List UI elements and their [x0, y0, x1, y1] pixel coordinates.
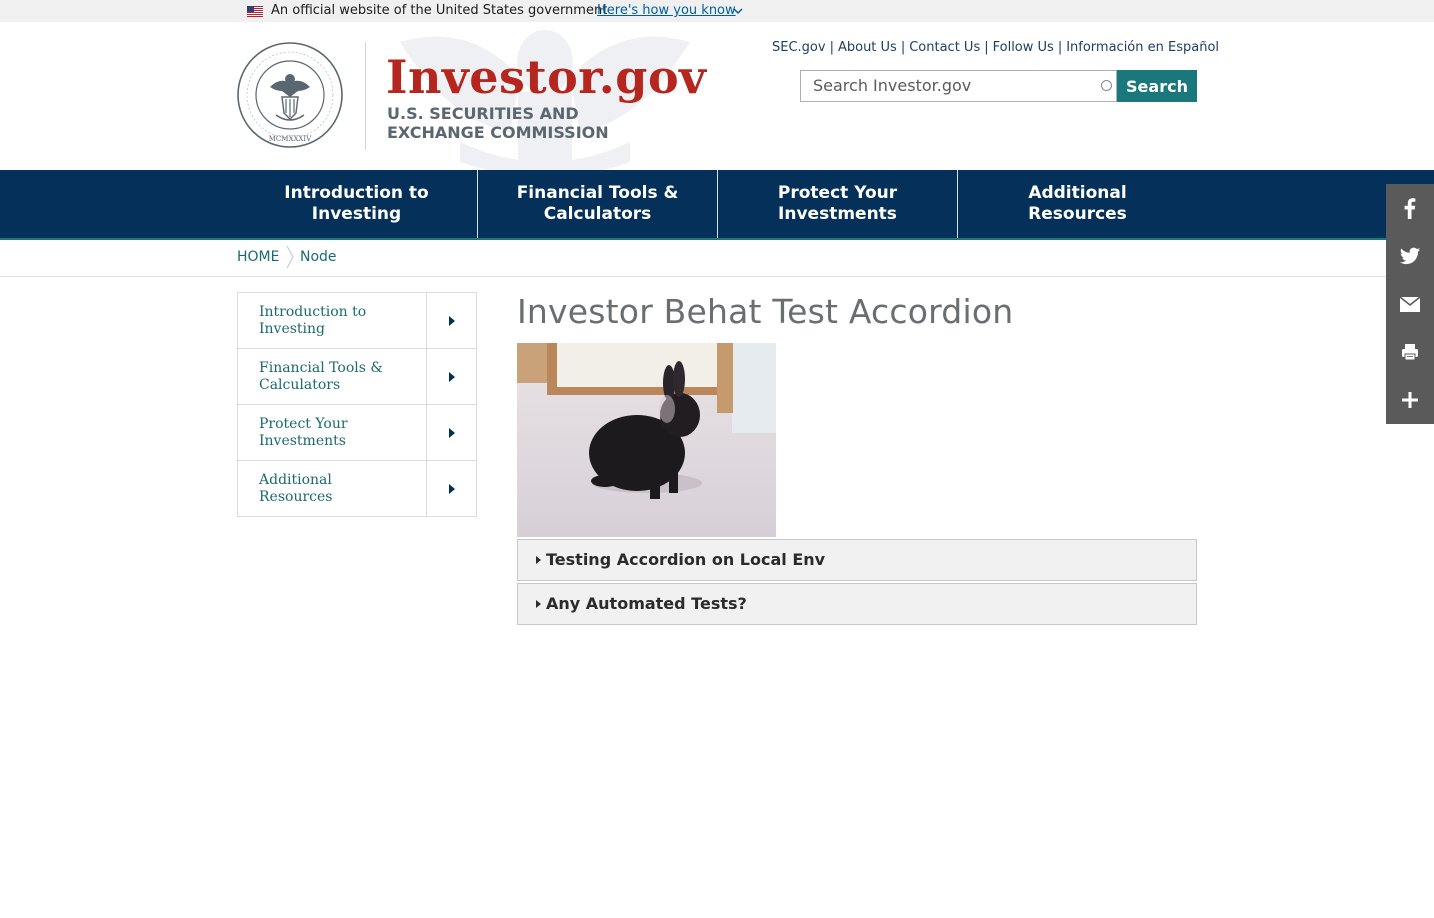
side-label-line: Calculators	[259, 377, 341, 393]
side-item-expand-button[interactable]	[426, 461, 477, 516]
side-label-line: Investing	[259, 321, 326, 337]
share-email-button[interactable]	[1386, 280, 1434, 328]
side-item-link[interactable]: Introduction to Investing	[259, 304, 419, 338]
agency-name: U.S. SECURITIES AND EXCHANGE COMMISSION	[387, 104, 609, 142]
accordion-label: Testing Accordion on Local Env	[546, 550, 826, 569]
breadcrumb-separator-icon	[286, 245, 294, 269]
nav-label-line: Investments	[778, 204, 897, 224]
side-label-line: Investments	[259, 433, 346, 449]
breadcrumb-home-link[interactable]: HOME	[237, 249, 279, 265]
link-separator: |	[984, 40, 989, 55]
about-us-link[interactable]: About Us	[838, 40, 897, 55]
search-button[interactable]: Search	[1117, 70, 1197, 102]
agency-name-line1: U.S. SECURITIES AND	[387, 104, 579, 123]
breadcrumb: HOME Node	[0, 240, 1434, 277]
side-item-introduction-to-investing: Introduction to Investing	[238, 293, 476, 349]
caret-right-icon	[536, 556, 541, 564]
side-label-line: Financial Tools &	[259, 360, 383, 376]
share-twitter-button[interactable]	[1386, 232, 1434, 280]
caret-right-icon	[449, 428, 455, 438]
nav-item-financial-tools[interactable]: Financial Tools & Calculators	[478, 170, 717, 238]
side-label-line: Protect Your	[259, 416, 348, 432]
caret-right-icon	[449, 372, 455, 382]
side-item-protect-your-investments: Protect Your Investments	[238, 405, 476, 461]
official-site-text: An official website of the United States…	[271, 3, 608, 18]
espanol-link[interactable]: Información en Español	[1066, 40, 1219, 55]
sec-gov-link[interactable]: SEC.gov	[772, 40, 826, 55]
chevron-down-icon[interactable]	[733, 6, 743, 16]
email-icon	[1399, 296, 1421, 312]
nav-label-line: Introduction to	[284, 183, 429, 203]
side-item-link[interactable]: Protect Your Investments	[259, 416, 419, 450]
side-item-expand-button[interactable]	[426, 293, 477, 348]
side-item-link[interactable]: Additional Resources	[259, 472, 419, 506]
side-item-additional-resources: Additional Resources	[238, 461, 476, 516]
caret-right-icon	[536, 600, 541, 608]
nav-item-introduction-to-investing[interactable]: Introduction to Investing	[237, 170, 476, 238]
link-separator: |	[1057, 40, 1063, 55]
side-navigation: Introduction to Investing Financial Tool…	[237, 292, 477, 517]
nav-label-line: Additional	[1028, 183, 1127, 203]
contact-us-link[interactable]: Contact Us	[909, 40, 980, 55]
nav-label-line: Calculators	[543, 204, 652, 224]
side-item-expand-button[interactable]	[426, 405, 477, 460]
site-brand-logo[interactable]: Investor.gov	[386, 50, 706, 104]
plus-icon	[1402, 392, 1418, 408]
side-label-line: Additional	[259, 472, 332, 488]
how-you-know-link[interactable]: Here's how you know	[597, 3, 736, 18]
side-label-line: Introduction to	[259, 304, 367, 320]
rabbit-photo	[517, 343, 776, 537]
search-field	[800, 70, 1117, 102]
caret-right-icon	[449, 316, 455, 326]
nav-label-line: Investing	[311, 204, 402, 224]
gov-banner: An official website of the United States…	[0, 0, 1434, 22]
breadcrumb-current: Node	[300, 249, 337, 265]
print-icon	[1402, 344, 1418, 361]
link-separator: |	[900, 40, 906, 55]
side-item-link[interactable]: Financial Tools & Calculators	[259, 360, 419, 394]
caret-right-icon	[449, 484, 455, 494]
share-more-button[interactable]	[1386, 376, 1434, 424]
search-input[interactable]	[801, 71, 1105, 99]
accordion-label: Any Automated Tests?	[546, 594, 747, 613]
us-flag-icon	[247, 6, 263, 17]
nav-item-protect-your-investments[interactable]: Protect Your Investments	[718, 170, 957, 238]
page-title: Investor Behat Test Accordion	[517, 292, 1014, 331]
side-item-financial-tools: Financial Tools & Calculators	[238, 349, 476, 405]
main-navigation: Introduction to Investing Financial Tools…	[0, 170, 1434, 240]
search-spinner-icon	[1101, 80, 1112, 91]
header-divider	[365, 42, 366, 150]
side-item-expand-button[interactable]	[426, 349, 477, 404]
sec-seal-logo: MCMXXXIV	[237, 42, 343, 148]
nav-label-line: Financial Tools &	[516, 183, 679, 203]
nav-item-additional-resources[interactable]: Additional Resources	[958, 170, 1197, 238]
nav-label-line: Protect Your	[777, 183, 898, 203]
site-header: MCMXXXIV Investor.gov U.S. SECURITIES AN…	[0, 22, 1434, 170]
facebook-icon	[1404, 198, 1416, 219]
accordion-item-testing-local-env[interactable]: Testing Accordion on Local Env	[517, 539, 1197, 581]
share-print-button[interactable]	[1386, 328, 1434, 376]
follow-us-link[interactable]: Follow Us	[993, 40, 1054, 55]
twitter-icon	[1399, 247, 1421, 265]
utility-links: SEC.gov | About Us | Contact Us | Follow Us | In…	[772, 40, 1219, 55]
share-facebook-button[interactable]	[1386, 184, 1434, 232]
share-rail	[1386, 184, 1434, 424]
nav-label-line: Resources	[1028, 204, 1127, 224]
svg-text:MCMXXXIV: MCMXXXIV	[269, 135, 312, 143]
accordion-item-automated-tests[interactable]: Any Automated Tests?	[517, 583, 1197, 625]
agency-name-line2: EXCHANGE COMMISSION	[387, 123, 609, 142]
side-label-line: Resources	[259, 489, 333, 505]
link-separator: |	[829, 40, 834, 55]
